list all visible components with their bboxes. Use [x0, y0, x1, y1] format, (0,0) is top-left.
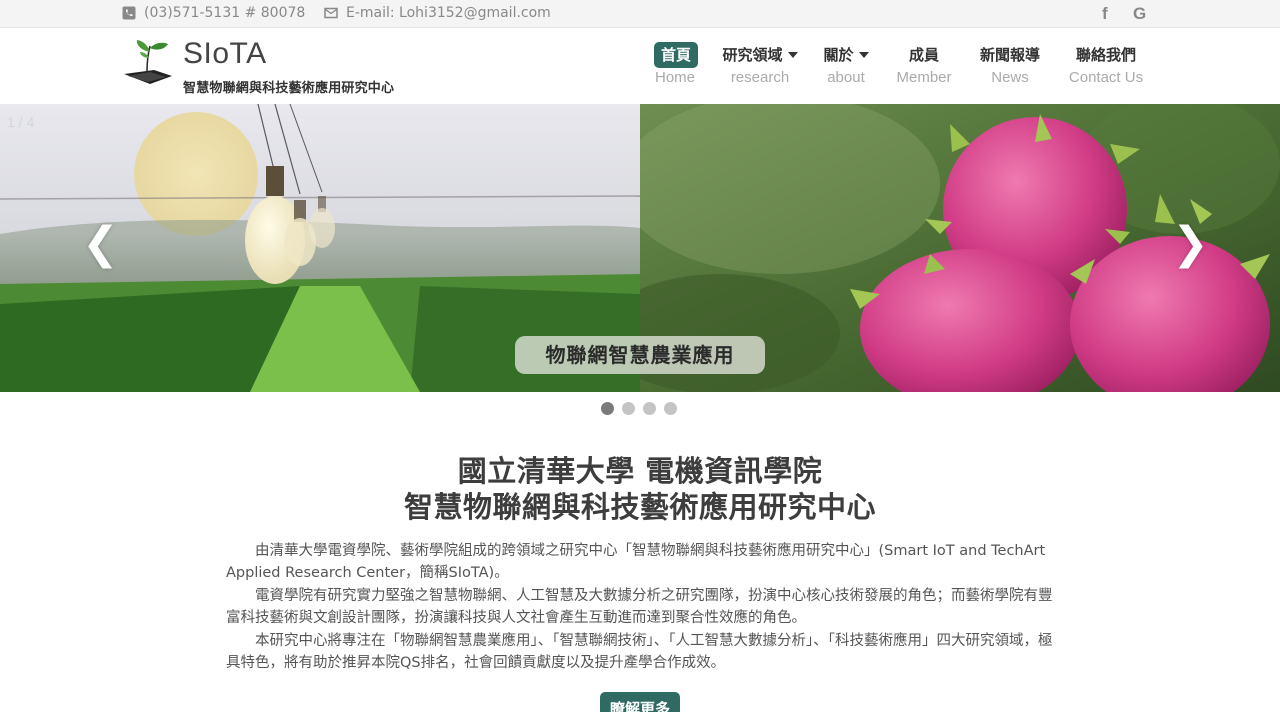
nav-member-sublabel[interactable]: Member: [893, 69, 955, 86]
nav-member-label[interactable]: 成員: [909, 42, 939, 68]
logo-subtitle: 智慧物聯網與科技藝術應用研究中心: [183, 81, 395, 96]
email-contact[interactable]: E-mail: Lohi3152@gmail.com: [324, 5, 551, 21]
slide-indicators: [601, 402, 677, 415]
nav-member[interactable]: 成員 Member: [893, 42, 955, 86]
nav-about[interactable]: 關於 about: [822, 42, 870, 86]
phone-number: (03)571-5131 # 80078: [144, 5, 306, 21]
slide-counter: 1 / 4: [7, 114, 35, 130]
slide-dot-2[interactable]: [622, 402, 635, 415]
intro-title-line1: 國立清華大學 電機資訊學院: [457, 454, 823, 488]
slide-caption: 物聯網智慧農業應用: [515, 336, 765, 374]
nav-research-label[interactable]: 研究領域: [722, 42, 798, 68]
nav-home-label[interactable]: 首頁: [654, 42, 699, 68]
intro-paragraph: 由清華大學電資學院、藝術學院組成的跨領域之研究中心「智慧物聯網與科技藝術應用研究…: [226, 543, 1046, 582]
email-address[interactable]: E-mail: Lohi3152@gmail.com: [346, 5, 551, 21]
site-header: SIoTA 智慧物聯網與科技藝術應用研究中心 首頁 Home 研究領域 rese…: [0, 28, 1280, 104]
phone-contact: (03)571-5131 # 80078: [122, 5, 305, 21]
slide-dot-1[interactable]: [601, 402, 614, 415]
intro-body: 由清華大學電資學院、藝術學院組成的跨領域之研究中心「智慧物聯網與科技藝術應用研究…: [226, 540, 1056, 674]
contact-bar: (03)571-5131 # 80078 E-mail: Lohi3152@gm…: [0, 0, 1280, 28]
nav-home[interactable]: 首頁 Home: [654, 42, 699, 86]
intro-title: 國立清華大學 電機資訊學院 智慧物聯網與科技藝術應用研究中心: [0, 453, 1280, 525]
nav-research-sublabel[interactable]: research: [720, 69, 800, 86]
nav-home-sublabel[interactable]: Home: [654, 69, 696, 86]
slide-dot-4[interactable]: [664, 402, 677, 415]
nav-contact-sublabel[interactable]: Contact Us: [1066, 69, 1146, 86]
google-icon[interactable]: G: [1133, 4, 1146, 24]
envelope-icon: [324, 6, 338, 20]
prev-slide-button[interactable]: ❮: [82, 222, 119, 266]
nav-news-sublabel[interactable]: News: [976, 69, 1044, 86]
slide-dot-3[interactable]: [643, 402, 656, 415]
nav-contact-label[interactable]: 聯絡我們: [1076, 42, 1136, 68]
nav-research[interactable]: 研究領域 research: [720, 42, 800, 86]
logo-icon[interactable]: [120, 36, 178, 94]
hero-slider[interactable]: 1 / 4 ❮ ❯ 物聯網智慧農業應用: [0, 104, 1280, 392]
intro-title-line2: 智慧物聯網與科技藝術應用研究中心: [403, 490, 876, 524]
nav-news-label[interactable]: 新聞報導: [980, 42, 1040, 68]
facebook-icon[interactable]: f: [1102, 4, 1108, 24]
nav-news[interactable]: 新聞報導 News: [976, 42, 1044, 86]
phone-icon: [122, 6, 136, 20]
nav-about-sublabel[interactable]: about: [822, 69, 870, 86]
nav-about-label[interactable]: 關於: [823, 42, 869, 68]
learn-more-button[interactable]: 瞭解更多: [600, 692, 680, 712]
caret-down-icon: [858, 52, 869, 58]
caret-down-icon: [787, 52, 798, 58]
next-slide-button[interactable]: ❯: [1172, 222, 1209, 266]
intro-paragraph: 本研究中心將專注在「物聯網智慧農業應用」、「智慧聯網技術」、「人工智慧大數據分析…: [226, 632, 1053, 672]
logo-title[interactable]: SIoTA: [183, 37, 267, 71]
intro-paragraph: 電資學院有研究實力堅強之智慧物聯網、人工智慧及大數據分析之研究團隊，扮演中心核心…: [226, 587, 1053, 627]
nav-contact[interactable]: 聯絡我們 Contact Us: [1066, 42, 1146, 86]
